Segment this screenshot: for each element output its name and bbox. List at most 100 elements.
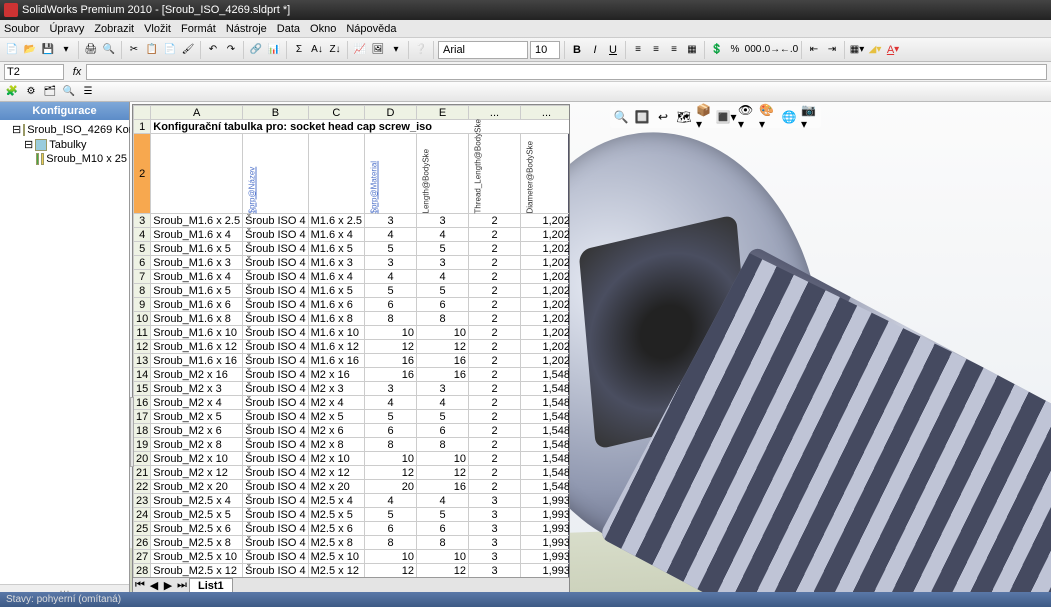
cell[interactable]: 6 [365,424,417,438]
prev-view-icon[interactable]: ↩ [654,108,672,126]
cell[interactable]: M2 x 8 [308,438,364,452]
sheet-tab-list1[interactable]: List1 [189,578,233,592]
new-icon[interactable]: 📄 [4,42,20,58]
cell[interactable]: 1,993 [521,564,570,578]
chart-icon[interactable]: 📊 [266,42,282,58]
cell[interactable]: Šroub ISO 4 [243,550,309,564]
cell[interactable]: M2.5 x 10 [308,550,364,564]
row-2-header[interactable]: 2 [134,134,151,214]
font-color-icon[interactable]: A▾ [885,42,901,58]
table-row[interactable]: 10Sroub_M1.6 x 8Šroub ISO 4M1.6 x 88821,… [134,312,570,326]
cell[interactable]: Sroub_M1.6 x 4 [151,228,243,242]
field-header[interactable] [308,134,364,214]
cell[interactable]: 4 [417,270,469,284]
underline-icon[interactable]: U [605,42,621,58]
cell[interactable]: 2 [469,284,521,298]
row-header[interactable]: 15 [134,382,151,396]
cell[interactable]: 16 [417,480,469,494]
table-row[interactable]: 11Sroub_M1.6 x 10Šroub ISO 4M1.6 x 10101… [134,326,570,340]
borders-icon[interactable]: ▦▾ [849,42,865,58]
cell[interactable]: 1,548 [521,466,570,480]
cell[interactable]: 1,202 [521,312,570,326]
table-row[interactable]: 26Sroub_M2.5 x 8Šroub ISO 4M2.5 x 88831,… [134,536,570,550]
cell[interactable]: M1.6 x 6 [308,298,364,312]
row-header[interactable]: 23 [134,494,151,508]
font-name-select[interactable] [438,41,528,59]
cell[interactable]: 12 [417,564,469,578]
cell[interactable]: 2 [469,340,521,354]
cell[interactable]: 5 [417,410,469,424]
row-header[interactable]: 16 [134,396,151,410]
row-header[interactable]: 9 [134,298,151,312]
save-icon[interactable]: 💾 [40,42,56,58]
table-row[interactable]: 18Sroub_M2 x 6Šroub ISO 4M2 x 66621,5480… [134,424,570,438]
zoom-area-icon[interactable]: 🔲 [633,108,651,126]
open-icon[interactable]: 📂 [22,42,38,58]
col-header[interactable]: ... [521,106,570,120]
menu-zobrazit[interactable]: Zobrazit [94,23,134,35]
menu-soubor[interactable]: Soubor [4,23,39,35]
hide-show-icon[interactable]: 👁▾ [738,108,756,126]
cell[interactable]: Sroub_M1.6 x 6 [151,298,243,312]
sheet-next-icon[interactable]: ▶ [161,579,175,592]
cell[interactable]: 5 [365,242,417,256]
cell[interactable]: 6 [417,424,469,438]
cell[interactable]: M2 x 6 [308,424,364,438]
cell[interactable]: Šroub ISO 4 [243,494,309,508]
hide-icon[interactable]: ☰ [80,84,96,100]
cell[interactable]: M1.6 x 4 [308,228,364,242]
row-header[interactable]: 13 [134,354,151,368]
cell[interactable]: Sroub_M2.5 x 12 [151,564,243,578]
comma-icon[interactable]: 000 [745,42,761,58]
cell[interactable]: 8 [365,438,417,452]
cell[interactable]: 1,548 [521,382,570,396]
cell[interactable]: Šroub ISO 4 [243,270,309,284]
cell[interactable]: Sroub_M2 x 12 [151,466,243,480]
row-header[interactable]: 22 [134,480,151,494]
sheet-splitter[interactable] [130,397,134,467]
table-row[interactable]: 13Sroub_M1.6 x 16Šroub ISO 4M1.6 x 16161… [134,354,570,368]
row-header[interactable]: 19 [134,438,151,452]
cell[interactable]: 1,993 [521,550,570,564]
cell[interactable]: Sroub_M2 x 3 [151,382,243,396]
cell[interactable]: M2 x 4 [308,396,364,410]
cell[interactable]: 10 [417,452,469,466]
dec-dec-icon[interactable]: ←.0 [781,42,797,58]
cell[interactable]: 1,993 [521,494,570,508]
field-header[interactable]: Length@BodySke [417,134,469,214]
cell[interactable]: 1,548 [521,368,570,382]
cell[interactable]: Šroub ISO 4 [243,564,309,578]
cell[interactable]: Šroub ISO 4 [243,522,309,536]
col-header[interactable]: D [365,106,417,120]
cell[interactable]: M2 x 5 [308,410,364,424]
cell[interactable]: M2.5 x 4 [308,494,364,508]
cell[interactable]: 3 [417,214,469,228]
cell[interactable]: 2 [469,452,521,466]
field-header[interactable]: $prp@Material [365,134,417,214]
cell[interactable]: Šroub ISO 4 [243,340,309,354]
menu-vlozit[interactable]: Vložit [144,23,171,35]
cell[interactable]: 2 [469,396,521,410]
graphics-viewport[interactable]: 🔍 🔲 ↩ 🗺 📦▾ 🔳▾ 👁▾ 🎨▾ 🌐 📷▾ ABCDE..........… [130,102,1051,592]
cut-icon[interactable]: ✂ [126,42,142,58]
menu-format[interactable]: Formát [181,23,216,35]
cell[interactable]: Šroub ISO 4 [243,452,309,466]
align-left-icon[interactable]: ≡ [630,42,646,58]
row-header[interactable]: 4 [134,228,151,242]
cell[interactable]: 4 [417,228,469,242]
sheet-first-icon[interactable]: ⏮ [133,579,147,592]
cell[interactable]: 16 [417,368,469,382]
chart-wizard-icon[interactable]: 📈 [352,42,368,58]
cell[interactable]: M1.6 x 3 [308,256,364,270]
cell[interactable]: 2 [469,354,521,368]
cell[interactable]: 5 [417,284,469,298]
save-dd-icon[interactable]: ▾ [58,42,74,58]
cell[interactable]: 3 [365,214,417,228]
render-icon[interactable]: 📷▾ [801,108,819,126]
cell[interactable]: 1,993 [521,522,570,536]
cell[interactable]: Sroub_M1.6 x 4 [151,270,243,284]
cell[interactable]: Šroub ISO 4 [243,424,309,438]
table-row[interactable]: 14Sroub_M2 x 16Šroub ISO 4M2 x 16161621,… [134,368,570,382]
cell[interactable]: M1.6 x 5 [308,242,364,256]
zoom-fit-icon[interactable]: 🔍 [612,108,630,126]
